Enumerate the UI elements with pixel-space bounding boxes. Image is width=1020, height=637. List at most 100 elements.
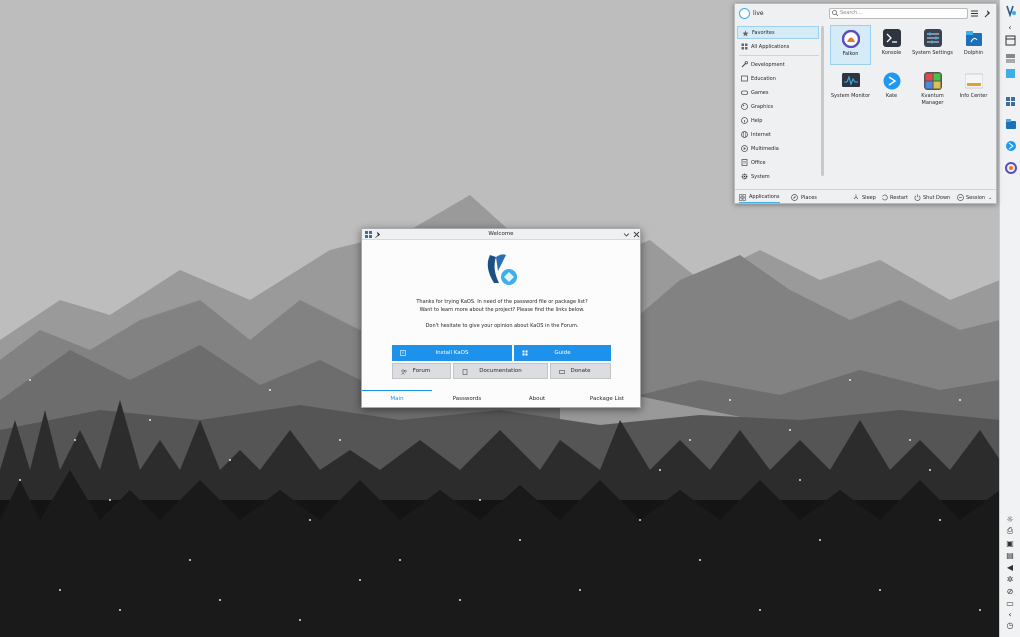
tab-applications[interactable]: Applications bbox=[739, 192, 780, 203]
category-list: Favorites All Applications Development E… bbox=[735, 24, 823, 187]
category-label: System bbox=[751, 173, 770, 180]
intro-line: Thanks for trying KaOS. In need of the p… bbox=[416, 299, 588, 305]
guide-button[interactable]: Guide bbox=[514, 345, 611, 361]
desktop-pager-icon[interactable] bbox=[1003, 51, 1018, 66]
category-label: Multimedia bbox=[751, 145, 779, 152]
app-kvantum-manager[interactable]: Kvantum Manager bbox=[912, 68, 953, 108]
app-system-monitor[interactable]: System Monitor bbox=[830, 68, 871, 108]
category-development[interactable]: Development bbox=[737, 58, 819, 71]
kate-icon bbox=[883, 72, 900, 90]
welcome-window: Welcome Thanks for trying KaOS. In need … bbox=[361, 228, 641, 408]
button-label: Session bbox=[966, 194, 986, 201]
tab-label: Main bbox=[390, 396, 404, 402]
category-label: Internet bbox=[751, 131, 771, 138]
tab-places[interactable]: Places bbox=[791, 192, 817, 203]
bulb-icon[interactable]: ☼ bbox=[1004, 514, 1016, 524]
power-icon bbox=[914, 194, 921, 201]
kaos-menu-icon[interactable] bbox=[1003, 3, 1018, 18]
app-label: Falkon bbox=[842, 51, 859, 57]
app-konsole[interactable]: Konsole bbox=[871, 25, 912, 65]
category-label: Development bbox=[751, 61, 785, 68]
chevron-up-icon[interactable]: ‹ bbox=[1004, 609, 1016, 619]
category-graphics[interactable]: Graphics bbox=[737, 100, 819, 113]
grid-apps-icon[interactable] bbox=[1003, 94, 1018, 109]
intro-line: Want to learn more about the project? Pl… bbox=[419, 307, 585, 313]
education-icon bbox=[741, 75, 748, 82]
search-input[interactable]: Search... bbox=[829, 8, 968, 19]
category-office[interactable]: Office bbox=[737, 156, 819, 169]
dolphin-icon[interactable] bbox=[1003, 116, 1018, 131]
app-info-center[interactable]: Info Center bbox=[953, 68, 994, 108]
category-system[interactable]: System bbox=[737, 170, 819, 183]
category-label: Favorites bbox=[752, 29, 775, 36]
favorites-grid: Falkon Konsole System Settings Dolphin S… bbox=[829, 24, 994, 184]
chevron-down-icon: ⌄ bbox=[988, 194, 993, 201]
tab-label: Package List bbox=[589, 395, 625, 402]
falkon-icon[interactable] bbox=[1003, 160, 1018, 175]
tab-about[interactable]: About bbox=[502, 390, 572, 407]
category-multimedia[interactable]: Multimedia bbox=[737, 142, 819, 155]
forum-button[interactable]: Forum bbox=[392, 363, 451, 379]
tab-label: About bbox=[528, 395, 546, 402]
clipboard-icon[interactable]: ▤ bbox=[1004, 550, 1016, 560]
tab-main[interactable]: Main bbox=[362, 390, 432, 407]
window-title: Welcome bbox=[488, 231, 514, 237]
category-all-applications[interactable]: All Applications bbox=[737, 40, 819, 53]
button-label: Donate bbox=[570, 368, 591, 374]
session-button[interactable]: Session ⌄ bbox=[957, 192, 992, 203]
guide-icon bbox=[522, 350, 528, 356]
category-education[interactable]: Education bbox=[737, 72, 819, 85]
close-icon[interactable] bbox=[633, 231, 640, 238]
window-list-icon[interactable] bbox=[1003, 33, 1018, 48]
gear-icon bbox=[741, 173, 748, 180]
app-falkon[interactable]: Falkon bbox=[830, 25, 871, 65]
category-favorites[interactable]: Favorites bbox=[737, 26, 819, 39]
compass-icon bbox=[791, 194, 798, 201]
app-label: Konsole bbox=[881, 50, 902, 56]
category-internet[interactable]: Internet bbox=[737, 128, 819, 141]
minimize-icon[interactable] bbox=[623, 231, 630, 238]
app-system-settings[interactable]: System Settings bbox=[912, 25, 953, 65]
printer-icon[interactable]: ⎙ bbox=[1004, 526, 1016, 536]
app-label: Kate bbox=[885, 93, 898, 99]
image-icon[interactable]: ▣ bbox=[1004, 538, 1016, 548]
sleep-button[interactable]: Sleep bbox=[853, 192, 876, 203]
tab-passwords[interactable]: Passwords bbox=[432, 390, 502, 407]
titlebar[interactable]: Welcome bbox=[362, 229, 640, 240]
monitor-icon bbox=[841, 73, 860, 87]
shutdown-button[interactable]: Shut Down bbox=[914, 192, 950, 203]
user-avatar[interactable] bbox=[739, 8, 750, 19]
display-icon[interactable]: ▭ bbox=[1004, 598, 1016, 608]
kvantum-icon bbox=[923, 72, 942, 90]
network-icon[interactable]: ⊘ bbox=[1004, 586, 1016, 596]
volume-icon[interactable]: ◀ bbox=[1004, 562, 1016, 572]
button-label: Sleep bbox=[862, 194, 876, 201]
button-label: Restart bbox=[890, 194, 908, 201]
session-icon bbox=[957, 194, 964, 201]
category-help[interactable]: Help bbox=[737, 114, 819, 127]
clock-icon[interactable]: ◷ bbox=[1004, 620, 1016, 630]
donate-button[interactable]: Donate bbox=[550, 363, 611, 379]
category-scrollbar[interactable] bbox=[821, 26, 824, 176]
launcher-header: live Search... bbox=[735, 4, 996, 22]
category-games[interactable]: Games bbox=[737, 86, 819, 99]
pin-icon[interactable] bbox=[984, 9, 993, 18]
application-launcher: live Search... Favorites All Application… bbox=[734, 3, 997, 204]
configure-icon[interactable] bbox=[970, 9, 979, 18]
install-kaos-button[interactable]: Install KaOS bbox=[392, 345, 512, 361]
kate-icon[interactable] bbox=[1003, 138, 1018, 153]
brightness-icon[interactable]: ✲ bbox=[1004, 574, 1016, 584]
restart-button[interactable]: Restart bbox=[881, 192, 908, 203]
welcome-intro: Thanks for trying KaOS. In need of the p… bbox=[382, 298, 622, 314]
graphics-icon bbox=[741, 103, 748, 110]
tab-package-list[interactable]: Package List bbox=[572, 390, 642, 407]
right-panel: ‹ ☼ ⎙ ▣ ▤ ◀ ✲ ⊘ ▭ ‹ ◷ bbox=[999, 0, 1020, 637]
app-dolphin[interactable]: Dolphin bbox=[953, 25, 994, 65]
dolphin-icon bbox=[965, 31, 982, 46]
chevron-left-icon[interactable]: ‹ bbox=[1004, 22, 1016, 32]
documentation-button[interactable]: Documentation bbox=[453, 363, 548, 379]
active-task-icon[interactable] bbox=[1003, 66, 1018, 81]
user-name: live bbox=[753, 10, 764, 17]
app-kate[interactable]: Kate bbox=[871, 68, 912, 108]
settings-icon bbox=[923, 29, 942, 47]
